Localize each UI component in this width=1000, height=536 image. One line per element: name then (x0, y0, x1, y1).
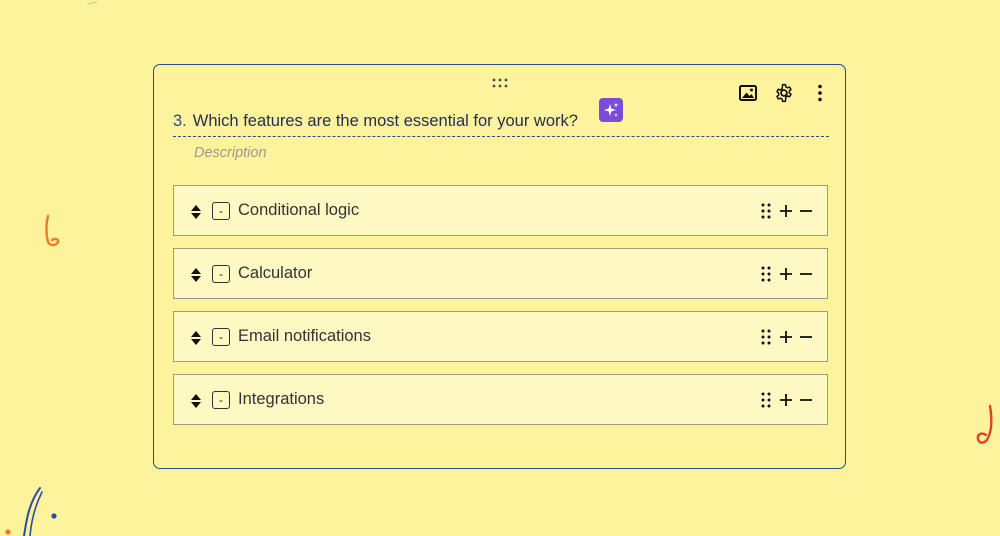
add-choice-icon[interactable] (779, 265, 793, 283)
decorative-mark-top-left (87, 1, 98, 5)
decorative-doodle-bottom-left (5, 487, 57, 536)
add-choice-icon[interactable] (779, 328, 793, 346)
decorative-squiggle-red-right (976, 404, 993, 444)
more-vertical-icon (818, 84, 822, 102)
question-title-field[interactable]: 3. Which features are the most essential… (173, 112, 829, 137)
remove-choice-icon[interactable] (799, 391, 813, 409)
choice-label[interactable]: Email notifications (238, 327, 371, 346)
remove-choice-checkbox[interactable]: - (212, 265, 230, 283)
decorative-squiggle-orange-left (45, 214, 60, 247)
drag-handle-icon[interactable] (492, 78, 508, 88)
sort-arrows-icon[interactable] (190, 204, 202, 220)
choice-actions (759, 265, 813, 283)
choice-row[interactable]: - Integrations (173, 374, 828, 425)
choice-label[interactable]: Calculator (238, 264, 312, 283)
add-choice-icon[interactable] (779, 391, 793, 409)
remove-choice-checkbox[interactable]: - (212, 202, 230, 220)
drag-handle-icon[interactable] (759, 391, 773, 409)
add-choice-icon[interactable] (779, 202, 793, 220)
question-card[interactable]: 3. Which features are the most essential… (153, 64, 846, 469)
choice-row[interactable]: - Email notifications (173, 311, 828, 362)
gear-icon (776, 83, 792, 103)
sort-arrows-icon[interactable] (190, 330, 202, 346)
choice-list: - Conditional logic - Calculator - Email… (173, 185, 828, 437)
sort-arrows-icon[interactable] (190, 393, 202, 409)
choice-row[interactable]: - Calculator (173, 248, 828, 299)
choice-label[interactable]: Conditional logic (238, 201, 359, 220)
remove-choice-icon[interactable] (799, 265, 813, 283)
choice-actions (759, 391, 813, 409)
remove-choice-checkbox[interactable]: - (212, 391, 230, 409)
choice-actions (759, 202, 813, 220)
description-field[interactable]: Description (194, 145, 267, 161)
image-icon (739, 85, 757, 101)
question-toolbar (737, 82, 831, 104)
remove-choice-icon[interactable] (799, 202, 813, 220)
choice-label[interactable]: Integrations (238, 390, 324, 409)
more-options-button[interactable] (809, 82, 831, 104)
choice-actions (759, 328, 813, 346)
choice-row[interactable]: - Conditional logic (173, 185, 828, 236)
remove-choice-checkbox[interactable]: - (212, 328, 230, 346)
sort-arrows-icon[interactable] (190, 267, 202, 283)
drag-handle-icon[interactable] (759, 265, 773, 283)
drag-handle-icon[interactable] (759, 328, 773, 346)
drag-handle-icon[interactable] (759, 202, 773, 220)
question-number: 3. (173, 112, 187, 130)
image-button[interactable] (737, 82, 759, 104)
settings-button[interactable] (773, 82, 795, 104)
remove-choice-icon[interactable] (799, 328, 813, 346)
question-title[interactable]: Which features are the most essential fo… (193, 112, 578, 131)
